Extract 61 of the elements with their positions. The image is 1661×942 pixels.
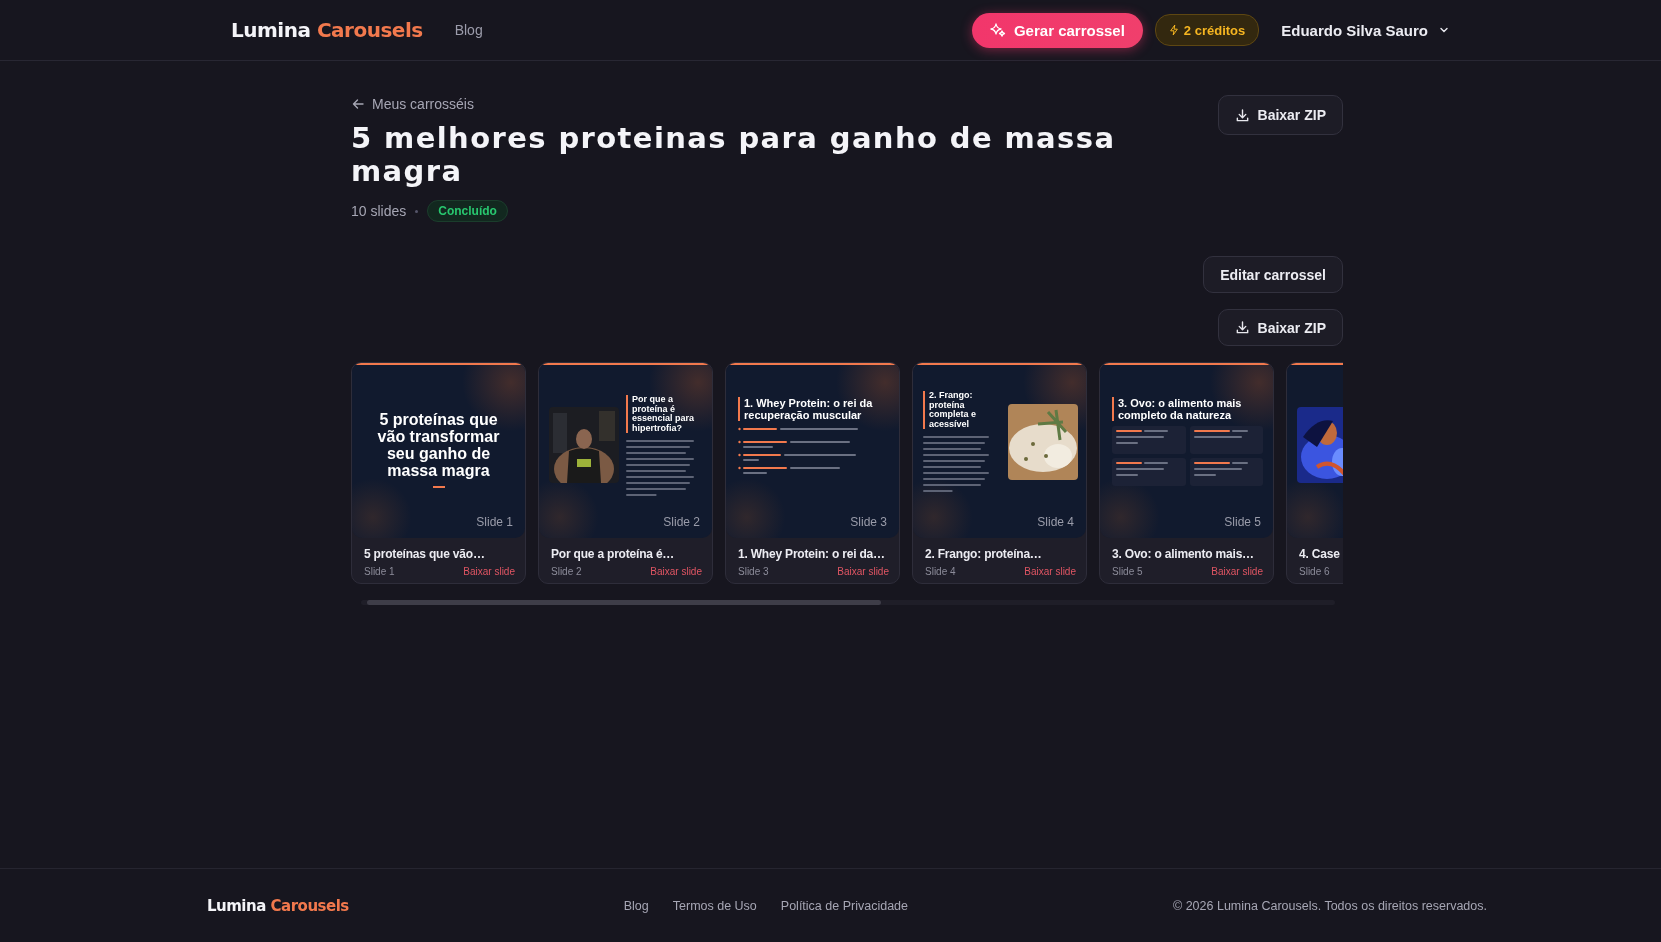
separator-dot (415, 209, 419, 213)
slide-card[interactable]: 5 proteínas que vão transformar seu ganho de massa magra Slide 1 5 proteínas que vão… Slide 1 Baixar slide (351, 362, 526, 584)
slide-title: 3. Ovo: o alimento mais… (1112, 547, 1254, 561)
bolt-icon (1168, 24, 1179, 36)
text-lines-drawing (1193, 429, 1250, 439)
slide-number: Slide 4 (925, 566, 956, 577)
page-title: 5 melhores proteinas para ganho de massa magra (351, 122, 1117, 188)
slide-label: Slide 4 (1037, 515, 1074, 529)
slide-heading: 1. Whey Protein: o rei da recuperação muscular (738, 397, 889, 421)
slide-heading: 2. Frango: proteína completa e acessível (923, 391, 1001, 429)
sparkle-icon (989, 22, 1006, 38)
slide-number: Slide 6 (1299, 566, 1330, 577)
download-zip-button[interactable]: Baixar ZIP (1217, 95, 1343, 135)
edit-button[interactable]: Editar carrossel (1203, 256, 1343, 293)
download-slide-link[interactable]: Baixar slide (463, 566, 515, 577)
slide-number: Slide 1 (364, 566, 395, 577)
download-icon (1234, 107, 1250, 123)
slide-title: Por que a proteína é… (551, 547, 675, 561)
slide-label: Slide 1 (476, 515, 513, 529)
footer-link[interactable]: Blog (623, 898, 649, 913)
footer-logo[interactable]: Lumina Carousels (207, 896, 349, 915)
text-lines-drawing (923, 434, 989, 494)
slide-card[interactable]: 2. Frango: proteína completa e acessível Slide 4 2. Frango: proteína… Slide 4 Baixar slide (912, 362, 1087, 584)
slide-card[interactable]: 1. Whey Protein: o rei da recuperação muscular Slide 3 1. Whey Protein: o rei da… Slide 3 Baixar slide (725, 362, 900, 584)
generate-button[interactable]: Gerar carrossel (971, 12, 1143, 48)
slide-card[interactable]: Por que a proteína é essencial para hipertrofia? Slide 2 Por que a proteína é… Slide 2 Baixar slide (538, 362, 713, 584)
back-link[interactable]: Meus carrosséis (351, 96, 474, 112)
slide-title: 4. Case (1299, 547, 1340, 561)
slide-card[interactable]: 4. Case Slide 6 (1286, 362, 1343, 584)
slide-number: Slide 2 (551, 566, 582, 577)
download-icon (1234, 320, 1250, 335)
slide-heading: 5 proteínas que vão transformar seu ganho de massa magra (376, 410, 501, 479)
logo[interactable]: Lumina Carousels (231, 18, 423, 42)
download-slide-link[interactable]: Baixar slide (837, 566, 889, 577)
footer-link[interactable]: Política de Privacidade (780, 898, 908, 913)
slide-label: Slide 2 (663, 515, 700, 529)
download-slide-link[interactable]: Baixar slide (1024, 566, 1076, 577)
slide-count: 10 slides (351, 203, 407, 219)
scrollbar[interactable] (361, 600, 1335, 605)
status-badge: Concluído (427, 200, 508, 222)
nav-link[interactable]: Blog (454, 22, 483, 38)
footer-link[interactable]: Termos de Uso (672, 898, 757, 913)
slide-heading: Por que a proteína é essencial para hipertrofia? (626, 395, 704, 433)
download-slide-link[interactable]: Baixar slide (650, 566, 702, 577)
slide-number: Slide 3 (738, 566, 769, 577)
slide-label: Slide 3 (850, 515, 887, 529)
download-slide-link[interactable]: Baixar slide (1211, 566, 1263, 577)
arrow-left-icon (351, 97, 365, 111)
slide-heading: 3. Ovo: o alimento mais completo da natureza (1112, 397, 1263, 421)
slide-title: 1. Whey Protein: o rei da… (738, 547, 885, 561)
slide-card[interactable]: 3. Ovo: o alimento mais completo da natureza Slide 5 3. Ovo: o alimento mais… Slide 5 Baixar slide (1099, 362, 1274, 584)
copyright: © 2026 Lumina Carousels. Todos os direitos reservados. (1173, 898, 1487, 913)
text-lines-drawing (626, 438, 694, 498)
credits-badge[interactable]: 2 créditos (1154, 14, 1260, 46)
slide-title: 5 proteínas que vão… (364, 547, 485, 561)
slide-title: 2. Frango: proteína… (925, 547, 1042, 561)
text-lines-drawing (1193, 461, 1250, 477)
user-menu[interactable]: Eduardo Silva Sauro (1271, 21, 1450, 39)
slide-label: Slide 5 (1224, 515, 1261, 529)
slide-number: Slide 5 (1112, 566, 1143, 577)
download-zip-button[interactable]: Baixar ZIP (1217, 309, 1343, 346)
